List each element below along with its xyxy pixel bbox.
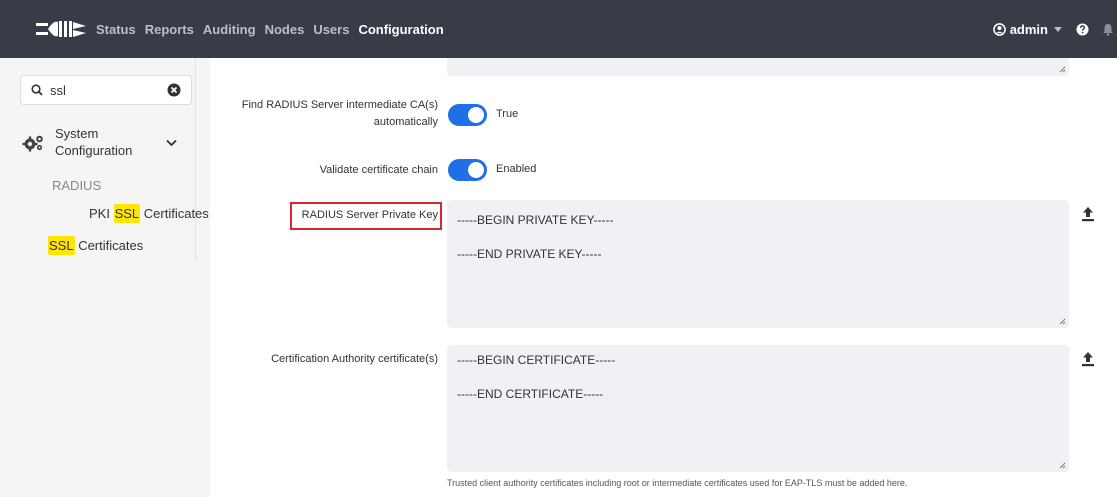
clear-icon[interactable] [167,83,181,97]
upload-icon[interactable] [1081,351,1095,367]
user-circle-icon [992,22,1006,36]
previous-textarea-bottom[interactable] [447,58,1069,76]
top-navbar: Status Reports Auditing Nodes Users Conf… [0,0,1117,58]
sidebar-search[interactable] [20,75,192,105]
nav-status[interactable]: Status [96,22,136,37]
search-match-highlight: SSL [48,236,75,255]
resize-grip-icon[interactable] [1059,66,1066,73]
sidebar-item-pki-ssl-certificates[interactable]: PKI SSL Certificates [89,204,209,223]
search-match-highlight: SSL [113,204,141,223]
upload-icon[interactable] [1081,206,1095,222]
validate-chain-label: Validate certificate chain [319,164,438,176]
validate-chain-toggle[interactable] [448,159,487,181]
user-menu[interactable]: admin [992,21,1062,37]
sidebar-group-radius: RADIUS [52,178,102,193]
nav-right: admin [992,0,1117,58]
find-ca-label: Find RADIUS Server intermediate CA(s) au… [241,99,438,128]
nav-reports[interactable]: Reports [145,22,194,37]
sidebar-section-system-configuration[interactable]: System Configuration [22,124,194,164]
nav-nodes[interactable]: Nodes [265,22,305,37]
validate-chain-state: Enabled [496,163,537,175]
logo-icon[interactable] [36,18,88,40]
private-key-textarea[interactable]: -----BEGIN PRIVATE KEY----- -----END PRI… [447,200,1069,328]
ca-cert-textarea[interactable]: -----BEGIN CERTIFICATE----- -----END CER… [447,345,1069,472]
nav-users[interactable]: Users [313,22,349,37]
resize-grip-icon[interactable] [1059,318,1066,325]
ca-cert-help-text: Trusted client authority certificates in… [447,478,908,488]
gears-icon [22,135,43,152]
find-ca-state: True [496,108,519,120]
user-name: admin [1009,21,1048,37]
private-key-label: RADIUS Server Private Key [301,209,438,221]
nav-configuration[interactable]: Configuration [358,22,443,37]
ca-cert-label: Certification Authority certificate(s) [271,353,438,365]
sidebar-section-label: System Configuration [55,126,133,158]
caret-down-icon [1054,26,1062,32]
chevron-down-icon [166,139,177,147]
sidebar-divider [195,58,196,261]
search-icon [31,84,43,96]
search-input[interactable] [50,80,160,100]
resize-grip-icon[interactable] [1059,462,1066,469]
main-nav: Status Reports Auditing Nodes Users Conf… [96,0,453,58]
sidebar-item-ssl-certificates[interactable]: SSL Certificates [48,236,143,255]
find-ca-toggle[interactable] [448,104,487,126]
nav-auditing[interactable]: Auditing [203,22,256,37]
help-icon[interactable] [1076,22,1089,36]
bell-icon[interactable] [1103,23,1113,36]
